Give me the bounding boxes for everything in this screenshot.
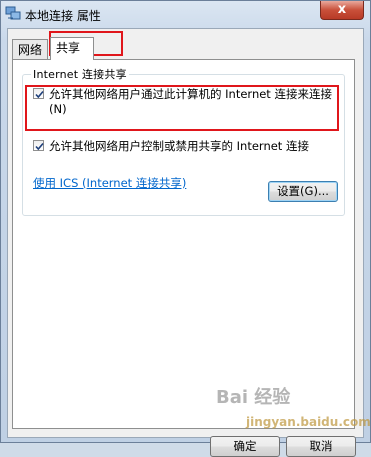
watermark-subtext: jingyan.baidu.com xyxy=(246,415,371,429)
ics-help-link[interactable]: 使用 ICS (Internet 连接共享) xyxy=(33,175,186,191)
properties-window: 本地连接 属性 x 网络 共享 Internet 连接共享 允许其他网络用户通过… xyxy=(0,0,371,457)
window-title: 本地连接 属性 xyxy=(25,9,101,23)
ok-button[interactable]: 确定 xyxy=(210,436,280,457)
annotation-box-allow-connect xyxy=(25,85,339,131)
close-button[interactable]: x xyxy=(320,1,364,20)
tab-network-label: 网络 xyxy=(18,43,43,57)
network-connection-icon xyxy=(5,6,21,21)
tab-sharing-label: 共享 xyxy=(56,41,81,55)
close-icon: x xyxy=(337,2,347,17)
title-bar[interactable]: 本地连接 属性 x xyxy=(1,1,370,27)
settings-button[interactable]: 设置(G)... xyxy=(268,181,338,202)
checkmark-icon xyxy=(35,142,44,151)
allow-control-label: 允许其他网络用户控制或禁用共享的 Internet 连接 xyxy=(49,139,309,153)
group-title: Internet 连接共享 xyxy=(31,66,129,82)
tab-sharing[interactable]: 共享 xyxy=(50,37,94,60)
tab-network[interactable]: 网络 xyxy=(12,39,48,59)
cancel-button[interactable]: 取消 xyxy=(286,436,356,457)
allow-control-checkbox[interactable] xyxy=(33,140,44,151)
watermark-text: Bai 经验 xyxy=(216,387,291,408)
baidu-watermark: Bai 经验 jingyan.baidu.com xyxy=(216,383,371,438)
